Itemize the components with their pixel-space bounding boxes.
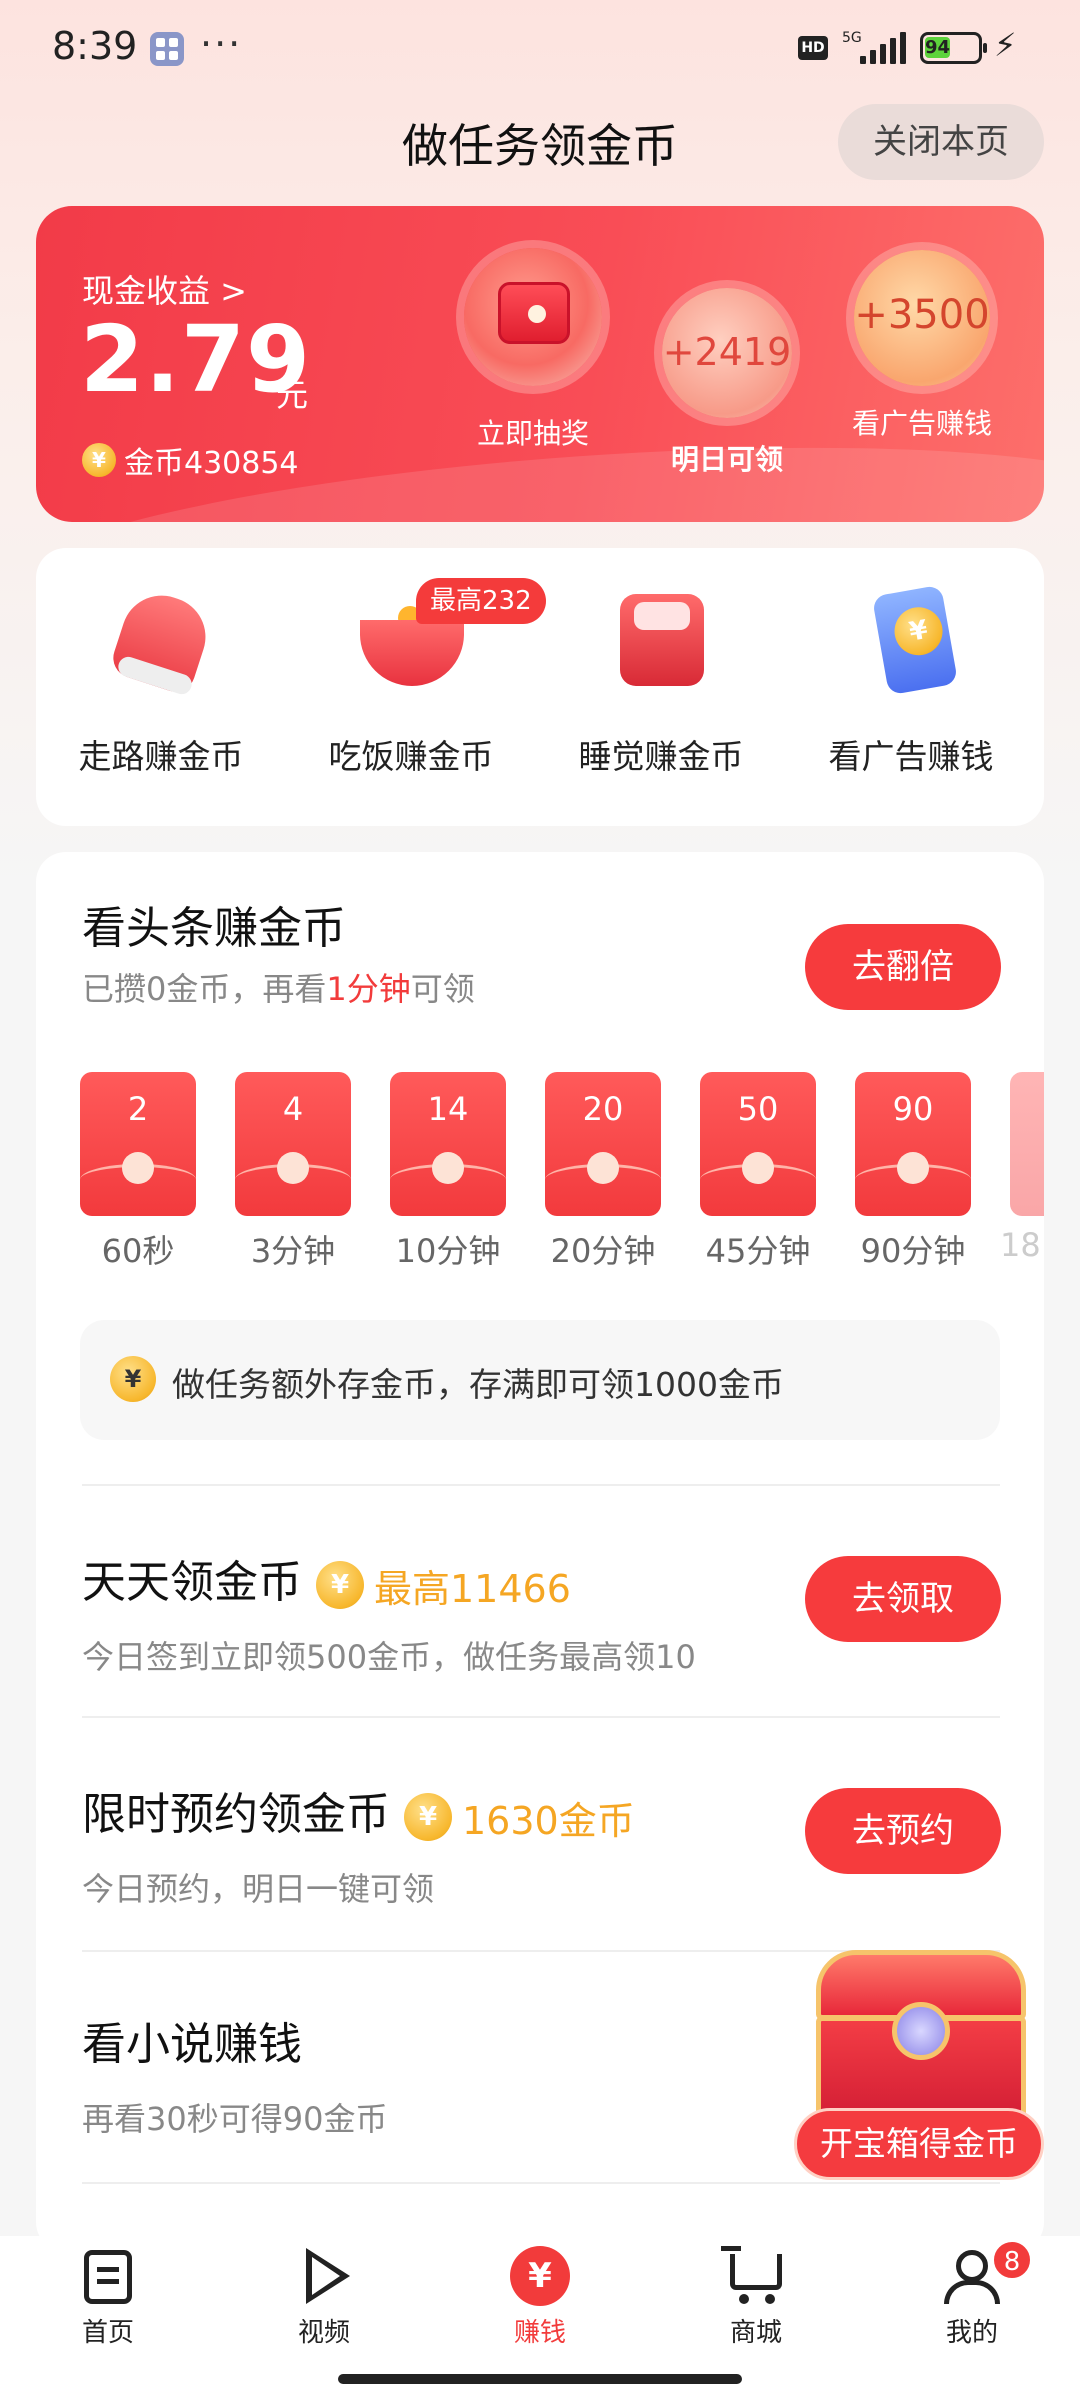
daily-max-reward: ¥ 最高11466 — [316, 1558, 571, 1613]
signal-icon: 5G — [842, 30, 908, 66]
red-envelope[interactable]: 90 — [855, 1072, 971, 1216]
status-time: 8:39 — [52, 24, 138, 68]
tomorrow-reward-orb[interactable]: +2419 — [662, 288, 792, 418]
novel-task-title: 看小说赚钱 — [82, 2019, 302, 2070]
max-reward-badge: 最高232 — [416, 578, 546, 624]
envelope-time: 45分钟 — [705, 1232, 811, 1270]
lottery-label: 立即抽奖 — [476, 417, 589, 450]
open-chest-button[interactable]: 开宝箱得金币 — [794, 2108, 1044, 2180]
reserve-task-subtitle: 今日预约，明日一键可领 — [82, 1870, 435, 1908]
red-envelope[interactable]: 14 — [390, 1072, 506, 1216]
nav-earn[interactable]: ¥ 赚钱 — [470, 2246, 610, 2349]
play-icon — [306, 2248, 350, 2304]
status-bar: 8:39 ··· HD 5G 94 ⚡ — [0, 0, 1080, 96]
lucky-bag-icon — [498, 282, 570, 344]
coin-icon: ¥ — [404, 1793, 452, 1841]
shortcut-label: 吃饭赚金币 — [328, 737, 494, 776]
battery-icon: 94 — [920, 32, 987, 64]
home-indicator[interactable] — [338, 2374, 742, 2384]
envelope-time: 90分钟 — [860, 1232, 966, 1270]
shoe-icon — [108, 585, 216, 697]
charging-icon: ⚡ — [994, 26, 1017, 64]
user-icon — [956, 2250, 988, 2282]
envelope-time: 60秒 — [101, 1232, 175, 1270]
nav-home[interactable]: 首页 — [38, 2246, 178, 2349]
shortcut-ads[interactable]: ¥ 看广告赚钱 — [786, 584, 1036, 778]
reserve-task-title: 限时预约领金币 ¥1630金币 — [82, 1789, 635, 1845]
daily-task-subtitle: 今日签到立即领500金币，做任务最高领10 — [82, 1638, 696, 1676]
nav-mall[interactable]: 商城 — [686, 2246, 826, 2349]
divider — [82, 1716, 1000, 1718]
remaining-time-highlight: 1分钟 — [326, 970, 411, 1008]
nav-video[interactable]: 视频 — [254, 2246, 394, 2349]
shortcut-label: 睡觉赚金币 — [578, 737, 744, 776]
cash-earnings-card: 现金收益 > 2.79 元 ¥ 金币430854 立即抽奖 +2419 明日可领… — [36, 206, 1044, 522]
home-icon — [84, 2250, 132, 2304]
shortcut-walk[interactable]: 走路赚金币 — [36, 584, 286, 778]
claim-button[interactable]: 去领取 — [805, 1556, 1001, 1642]
daily-task-title: 天天领金币 ¥ 最高11466 — [82, 1557, 571, 1613]
red-envelope[interactable]: 2 — [80, 1072, 196, 1216]
red-envelope[interactable]: 4 — [235, 1072, 351, 1216]
novel-task-subtitle: 再看30秒可得90金币 — [82, 2100, 388, 2138]
phone-coin-icon: ¥ — [871, 584, 959, 696]
shortcut-sleep[interactable]: 睡觉赚金币 — [536, 584, 786, 778]
close-page-button[interactable]: 关闭本页 — [838, 104, 1044, 180]
envelope-time: 20分钟 — [550, 1232, 656, 1270]
divider — [82, 1484, 1000, 1486]
shortcut-label: 看广告赚钱 — [828, 737, 994, 776]
red-envelope[interactable]: 20 — [545, 1072, 661, 1216]
tomorrow-reward-label: 明日可领 — [670, 443, 783, 476]
tomorrow-reward-value: +2419 — [662, 330, 792, 374]
bowl-icon — [360, 620, 464, 686]
bonus-tip: ¥ 做任务额外存金币，存满即可领1000金币 — [80, 1320, 1000, 1440]
more-dots-icon: ··· — [200, 22, 243, 66]
news-task-title: 看头条赚金币 — [82, 903, 346, 954]
red-envelope[interactable]: 50 — [700, 1072, 816, 1216]
divider — [82, 2182, 1000, 2184]
shortcut-label: 走路赚金币 — [78, 737, 244, 776]
yen-icon: ¥ — [510, 2246, 570, 2306]
notification-badge: 8 — [992, 2240, 1032, 2280]
bed-icon — [620, 594, 704, 686]
reserve-button[interactable]: 去预约 — [805, 1788, 1001, 1874]
app-grid-icon — [150, 32, 184, 66]
ad-reward-value: +3500 — [854, 292, 990, 338]
envelope-time: 18 — [1000, 1226, 1041, 1264]
bonus-tip-text: 做任务额外存金币，存满即可领1000金币 — [172, 1365, 784, 1404]
envelope-time: 10分钟 — [395, 1232, 501, 1270]
cart-icon — [721, 2246, 782, 2304]
coin-balance: ¥ 金币430854 — [82, 438, 299, 482]
red-envelope-partial[interactable] — [1010, 1072, 1044, 1216]
shortcut-card: 走路赚金币 吃饭赚金币 最高232 睡觉赚金币 ¥ 看广告赚钱 — [36, 548, 1044, 826]
coin-icon: ¥ — [82, 443, 116, 477]
nav-me[interactable]: 我的 8 — [902, 2240, 1042, 2349]
news-task-subtitle: 已攒0金币，再看1分钟可领 — [82, 970, 475, 1008]
coin-balance-text: 金币430854 — [124, 446, 299, 481]
double-reward-button[interactable]: 去翻倍 — [805, 924, 1001, 1010]
ad-reward-label: 看广告赚钱 — [851, 407, 992, 440]
envelope-time: 3分钟 — [250, 1232, 336, 1270]
lottery-button[interactable] — [464, 248, 602, 386]
cash-unit: 元 — [276, 376, 309, 414]
coin-icon: ¥ — [110, 1356, 156, 1402]
hd-icon: HD — [798, 36, 828, 60]
reserve-reward: ¥1630金币 — [404, 1790, 635, 1845]
coin-icon: ¥ — [316, 1561, 364, 1609]
ad-reward-orb[interactable]: +3500 — [854, 250, 990, 386]
